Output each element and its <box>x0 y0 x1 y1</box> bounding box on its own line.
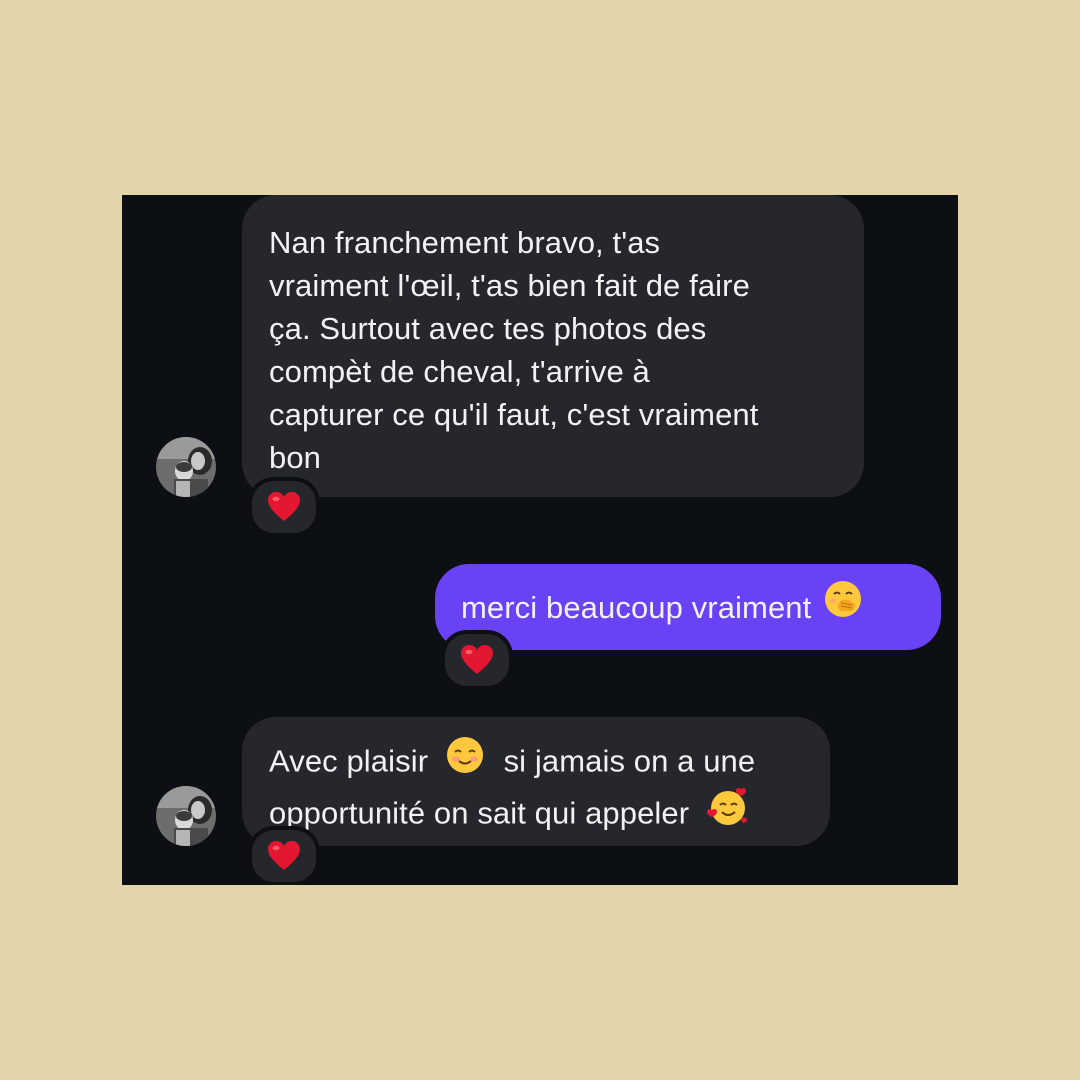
reaction-badge[interactable] <box>441 630 513 690</box>
message-bubble-outgoing[interactable]: merci beaucoup vraiment <box>435 564 941 650</box>
heart-icon <box>461 645 493 674</box>
contact-avatar[interactable] <box>156 437 216 497</box>
message-bubble-incoming[interactable]: Avec plaisir si jamais on a une opportun… <box>242 717 830 846</box>
smiling-blush-emoji-icon <box>445 735 485 786</box>
message-bubble-incoming[interactable]: Nan franchement bravo, t'as vraiment l'œ… <box>242 195 864 497</box>
message-line: Avec plaisir si jamais on a une <box>269 735 820 789</box>
avatar-photo <box>156 786 216 846</box>
reaction-badge[interactable] <box>248 826 320 885</box>
smiling-face-with-hearts-emoji-icon <box>706 786 750 839</box>
reaction-badge[interactable] <box>248 477 320 537</box>
avatar-photo <box>156 437 216 497</box>
heart-icon <box>268 492 300 521</box>
message-text: opportunité on sait qui appeler <box>269 795 690 831</box>
contact-avatar[interactable] <box>156 786 216 846</box>
message-text: si jamais on a une <box>503 743 756 779</box>
heart-icon <box>268 841 300 870</box>
message-text: merci beaucoup vraiment <box>461 589 812 625</box>
message-text: Avec plaisir <box>269 743 429 779</box>
chat-thread: Nan franchement bravo, t'as vraiment l'œ… <box>122 195 958 885</box>
hand-over-mouth-emoji-icon <box>823 579 863 630</box>
message-text: Nan franchement bravo, t'as vraiment l'œ… <box>269 225 759 475</box>
message-line: opportunité on sait qui appeler <box>269 786 820 842</box>
